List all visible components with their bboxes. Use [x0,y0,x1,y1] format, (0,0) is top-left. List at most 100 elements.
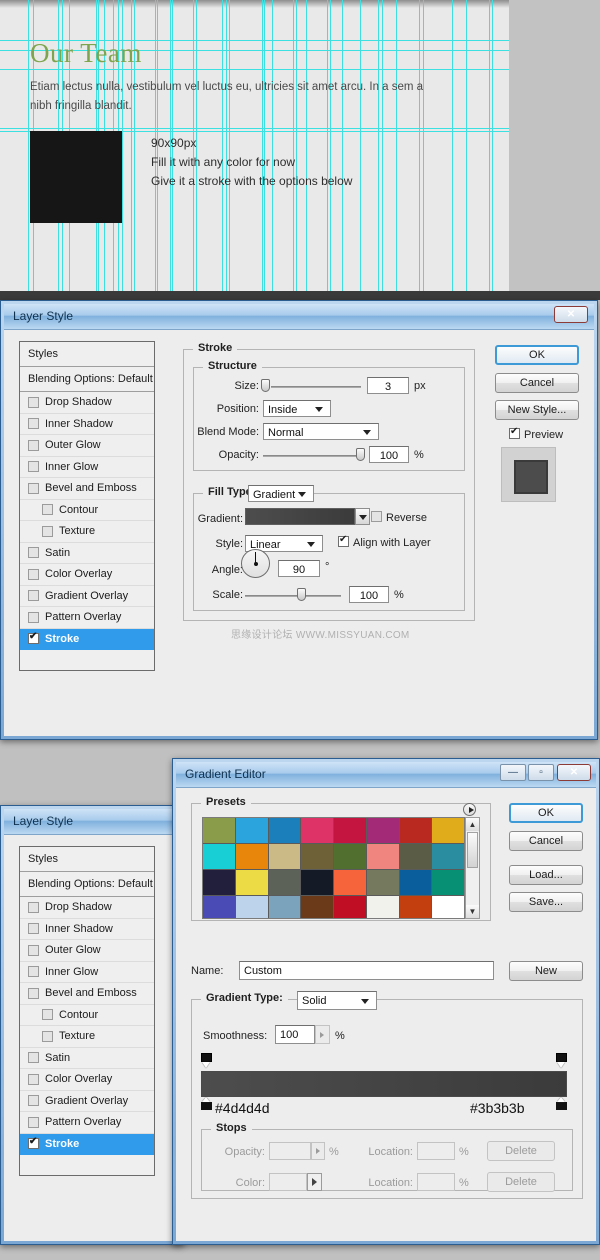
gradient-preset-swatch[interactable] [203,818,235,843]
effects-list-top[interactable]: Styles Blending Options: Default Drop Sh… [19,341,155,671]
gradient-stop-bottom-left[interactable] [201,1097,212,1110]
stops-location-input-2[interactable] [417,1173,455,1191]
effect-item-inner-glow[interactable]: Inner Glow [20,962,154,983]
reverse-checkbox[interactable] [371,511,382,522]
layer-style-bottom-titlebar[interactable]: Layer Style [4,809,180,835]
effect-item-stroke[interactable]: Stroke [20,1133,154,1155]
gradient-preset-swatch[interactable] [399,870,432,895]
gradient-cancel-button[interactable]: Cancel [509,831,583,851]
gradient-stop-top-left[interactable] [201,1053,212,1068]
gradient-preview-bar[interactable] [201,1071,567,1097]
effect-item-satin[interactable]: Satin [20,543,154,564]
checkbox-icon[interactable] [28,1052,39,1064]
gradient-preset-swatch[interactable] [399,844,432,869]
styles-header-bottom[interactable]: Styles [20,847,154,872]
gradient-stop-bottom-right[interactable] [556,1097,567,1110]
gradient-preset-swatch[interactable] [268,870,301,895]
checkbox-icon[interactable] [28,923,39,935]
checkbox-icon[interactable] [28,396,39,408]
effect-item-color-overlay[interactable]: Color Overlay [20,564,154,586]
gradient-preset-swatch[interactable] [366,844,399,869]
gradient-preset-swatch[interactable] [432,896,464,918]
checkbox-icon[interactable] [28,1116,39,1128]
gradient-editor-titlebar[interactable]: Gradient Editor — ▫ ✕ [176,762,596,788]
blending-options-item[interactable]: Blending Options: Default [20,367,154,392]
scale-input[interactable]: 100 [349,586,389,603]
gradient-type-select[interactable]: Solid [297,991,377,1010]
gradient-preset-swatch[interactable] [432,844,464,869]
styles-header[interactable]: Styles [20,342,154,367]
stops-delete-button-2[interactable]: Delete [487,1172,555,1192]
effect-item-drop-shadow[interactable]: Drop Shadow [20,392,154,414]
stops-opacity-input[interactable] [269,1142,311,1160]
gradient-swatch[interactable] [245,508,355,525]
effect-item-inner-shadow[interactable]: Inner Shadow [20,919,154,940]
gradient-preset-swatch[interactable] [301,870,333,895]
effect-item-inner-shadow[interactable]: Inner Shadow [20,414,154,435]
gradient-preset-swatch[interactable] [432,818,464,843]
gradient-preset-swatch[interactable] [268,818,301,843]
gradient-editor-dialog[interactable]: Gradient Editor — ▫ ✕ Presets ▲ ▼ OK Can… [172,758,600,1245]
stops-location-input-1[interactable] [417,1142,455,1160]
checkbox-icon[interactable] [28,631,39,645]
scroll-down-icon[interactable]: ▼ [466,905,479,918]
gradient-preset-swatch[interactable] [235,844,268,869]
effect-item-gradient-overlay[interactable]: Gradient Overlay [20,586,154,607]
effect-item-inner-glow[interactable]: Inner Glow [20,457,154,478]
scale-slider-knob[interactable] [297,588,306,601]
gradient-preset-swatch[interactable] [301,844,333,869]
effect-item-texture[interactable]: Texture [20,1026,154,1048]
maximize-icon[interactable]: ▫ [528,764,554,781]
effect-item-contour[interactable]: Contour [20,1005,154,1026]
checkbox-icon[interactable] [28,439,39,451]
gradient-preset-swatch[interactable] [235,896,268,918]
effect-item-bevel-and-emboss[interactable]: Bevel and Emboss [20,983,154,1005]
presets-scrollbar[interactable]: ▲ ▼ [465,817,480,919]
checkbox-icon[interactable] [28,966,39,978]
checkbox-icon[interactable] [28,1136,39,1150]
placeholder-image-box[interactable] [30,131,122,223]
effect-item-texture[interactable]: Texture [20,521,154,543]
gradient-preset-swatch[interactable] [399,818,432,843]
effect-item-stroke[interactable]: Stroke [20,628,154,650]
smoothness-stepper-icon[interactable] [315,1025,330,1044]
checkbox-icon[interactable] [28,901,39,913]
cancel-button[interactable]: Cancel [495,373,579,393]
layer-style-dialog-bottom[interactable]: Layer Style Styles Blending Options: Def… [0,805,184,1245]
layer-style-titlebar[interactable]: Layer Style ✕ [4,304,594,330]
effect-item-outer-glow[interactable]: Outer Glow [20,940,154,962]
gradient-dropdown-icon[interactable] [355,508,370,525]
gradient-ok-button[interactable]: OK [509,803,583,823]
angle-input[interactable]: 90 [278,560,320,577]
checkbox-icon[interactable] [28,611,39,623]
size-input[interactable]: 3 [367,377,409,394]
effect-item-contour[interactable]: Contour [20,500,154,521]
gradient-presets-grid[interactable] [202,817,465,919]
layer-style-dialog-top[interactable]: Layer Style ✕ Styles Blending Options: D… [0,300,598,740]
opacity-slider-track[interactable] [263,455,363,457]
effect-item-gradient-overlay[interactable]: Gradient Overlay [20,1091,154,1112]
fill-type-select[interactable]: Gradient [248,485,314,502]
scroll-thumb[interactable] [467,832,478,868]
gradient-preset-swatch[interactable] [334,844,366,869]
gradient-preset-swatch[interactable] [301,896,333,918]
stops-color-picker-icon[interactable] [307,1173,322,1191]
effect-item-bevel-and-emboss[interactable]: Bevel and Emboss [20,478,154,500]
gradient-preset-swatch[interactable] [399,896,432,918]
gradient-stop-top-right[interactable] [556,1053,567,1068]
size-slider-track[interactable] [271,386,361,388]
stops-delete-button-1[interactable]: Delete [487,1141,555,1161]
size-slider-knob[interactable] [261,379,270,392]
gradient-preset-swatch[interactable] [235,870,268,895]
effect-item-satin[interactable]: Satin [20,1048,154,1069]
gradient-preset-swatch[interactable] [366,818,399,843]
gradient-new-button[interactable]: New [509,961,583,981]
effect-item-drop-shadow[interactable]: Drop Shadow [20,897,154,919]
gradient-preset-swatch[interactable] [301,818,333,843]
scroll-up-icon[interactable]: ▲ [466,818,479,831]
smoothness-input[interactable]: 100 [275,1025,315,1044]
angle-dial[interactable] [241,549,270,578]
gradient-preset-swatch[interactable] [268,844,301,869]
effects-list-bottom[interactable]: Styles Blending Options: Default Drop Sh… [19,846,155,1176]
stops-color-swatch[interactable] [269,1173,307,1191]
